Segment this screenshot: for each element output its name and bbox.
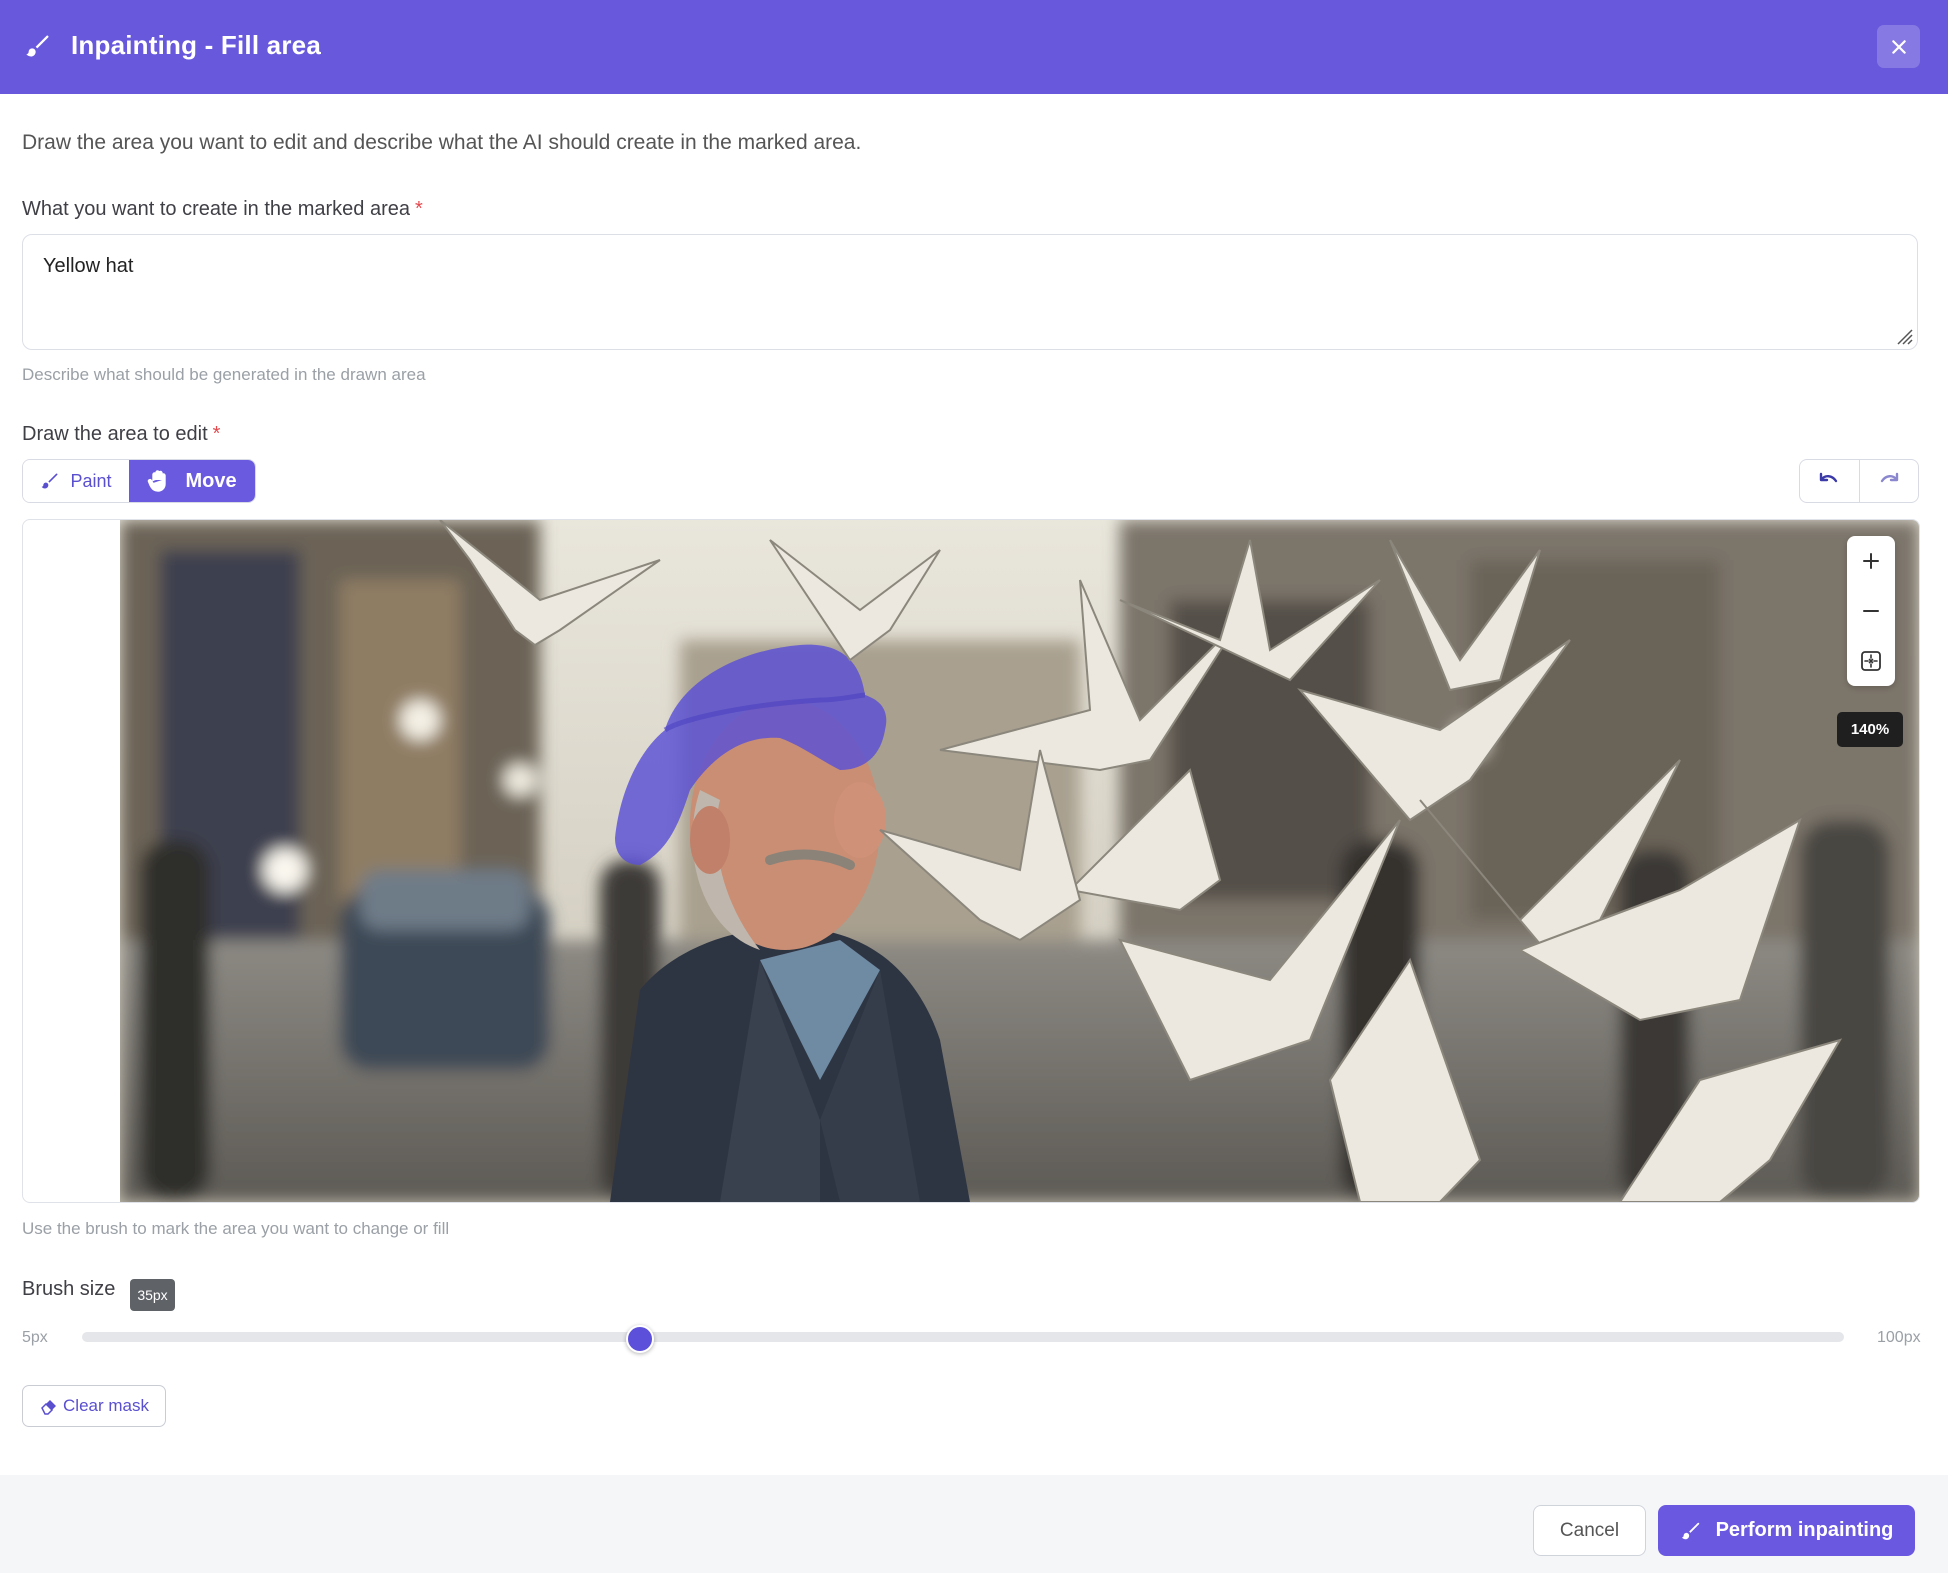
- close-icon: [1891, 39, 1906, 54]
- eraser-icon: [41, 1400, 57, 1415]
- street-photo[interactable]: [120, 520, 1920, 1202]
- draw-mode-toggle: Paint Move: [22, 459, 256, 503]
- undo-button[interactable]: [1800, 460, 1859, 502]
- minus-icon: [1863, 610, 1879, 612]
- perform-inpainting-button[interactable]: Perform inpainting: [1658, 1505, 1915, 1556]
- prompt-label-text: What you want to create in the marked ar…: [22, 198, 410, 220]
- prompt-hint: Describe what should be generated in the…: [22, 365, 426, 384]
- required-mark: *: [212, 423, 221, 445]
- plus-icon: [1863, 553, 1879, 569]
- draw-hint: Use the brush to mark the area you want …: [22, 1219, 450, 1238]
- clear-mask-button[interactable]: Clear mask: [22, 1385, 166, 1427]
- paint-mode-label: Paint: [70, 470, 112, 491]
- dialog-footer: [0, 1475, 1948, 1573]
- brush-icon: [42, 473, 58, 489]
- resize-handle-icon[interactable]: [1892, 324, 1914, 346]
- zoom-in-button[interactable]: [1847, 537, 1895, 585]
- close-button[interactable]: [1877, 25, 1920, 68]
- prompt-textarea[interactable]: Yellow hat: [22, 234, 1918, 350]
- fit-screen-button[interactable]: [1847, 637, 1895, 685]
- intro-text: Draw the area you want to edit and descr…: [22, 131, 862, 154]
- required-mark: *: [414, 198, 423, 220]
- paint-mode-button[interactable]: Paint: [23, 460, 129, 502]
- history-controls: [1799, 459, 1919, 503]
- dialog-title: Inpainting - Fill area: [71, 30, 321, 60]
- perform-inpainting-label: Perform inpainting: [1715, 1519, 1894, 1541]
- redo-icon: [1880, 472, 1898, 483]
- brush-size-value: 35px: [130, 1279, 175, 1311]
- fit-screen-icon: [1861, 651, 1881, 671]
- zoom-out-button[interactable]: [1847, 587, 1895, 635]
- move-mode-label: Move: [185, 469, 237, 492]
- zoom-controls: [1847, 536, 1895, 686]
- brush-icon: [26, 35, 49, 57]
- draw-label: Draw the area to edit *: [22, 423, 220, 446]
- move-mode-button[interactable]: Move: [129, 460, 255, 502]
- brush-icon: [1681, 1522, 1699, 1539]
- clear-mask-label: Clear mask: [63, 1396, 149, 1415]
- brush-size-slider-thumb[interactable]: [626, 1325, 655, 1353]
- brush-size-label: Brush size: [22, 1278, 116, 1300]
- brush-min-label: 5px: [22, 1329, 48, 1346]
- hand-icon: [148, 470, 167, 492]
- brush-size-slider-track[interactable]: [82, 1332, 1844, 1342]
- zoom-level-badge: 140%: [1837, 712, 1903, 747]
- brush-max-label: 100px: [1877, 1329, 1921, 1346]
- prompt-value: Yellow hat: [43, 255, 134, 277]
- dialog-header: Inpainting - Fill area: [0, 0, 1948, 94]
- redo-button[interactable]: [1858, 460, 1919, 502]
- cancel-button[interactable]: Cancel: [1533, 1505, 1646, 1556]
- prompt-label: What you want to create in the marked ar…: [22, 198, 423, 221]
- mask-canvas[interactable]: [22, 519, 1920, 1203]
- draw-label-text: Draw the area to edit: [22, 423, 208, 445]
- undo-icon: [1820, 472, 1838, 483]
